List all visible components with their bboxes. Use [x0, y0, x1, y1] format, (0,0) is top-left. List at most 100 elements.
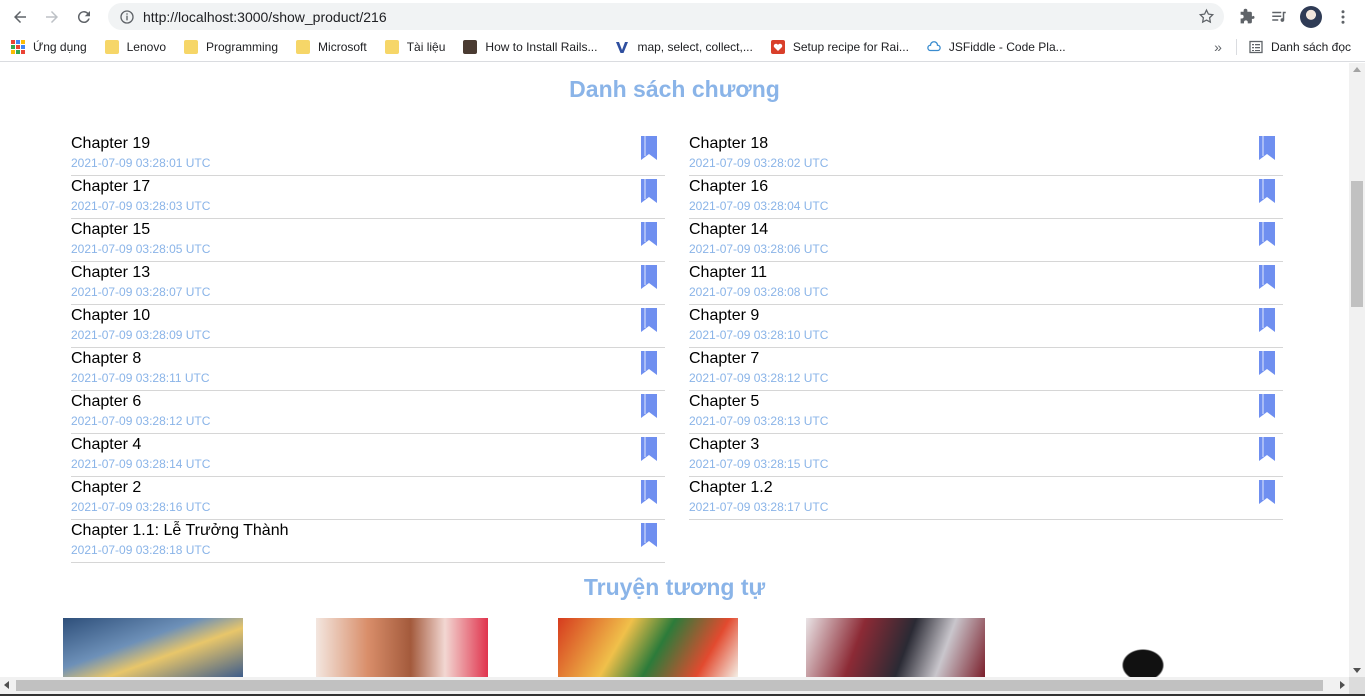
- chapter-name[interactable]: Chapter 19: [71, 135, 150, 153]
- chapter-name[interactable]: Chapter 3: [689, 436, 759, 454]
- chapter-name[interactable]: Chapter 5: [689, 393, 759, 411]
- bookmark-icon[interactable]: [641, 179, 657, 203]
- chapter-name[interactable]: Chapter 2: [71, 479, 141, 497]
- horizontal-scrollbar[interactable]: [0, 677, 1349, 694]
- scroll-right-icon[interactable]: [1340, 681, 1345, 689]
- chapter-item[interactable]: Chapter 8 2021-07-09 03:28:11 UTC: [71, 348, 665, 391]
- chapter-name[interactable]: Chapter 17: [71, 178, 150, 196]
- bookmark-icon[interactable]: [641, 265, 657, 289]
- bookmark-folder-programming[interactable]: Programming: [184, 40, 278, 54]
- bookmark-setup-recipe[interactable]: Setup recipe for Rai...: [770, 40, 909, 54]
- extensions-button[interactable]: [1231, 1, 1263, 33]
- bookmark-icon[interactable]: [641, 523, 657, 547]
- bookmarks-right: » Danh sách đọc: [1214, 33, 1351, 61]
- bookmark-folder-tai-lieu[interactable]: Tài liệu: [384, 40, 445, 54]
- related-comic-cover[interactable]: [63, 618, 243, 677]
- related-comic-cover[interactable]: [806, 618, 985, 677]
- menu-button[interactable]: [1327, 1, 1359, 33]
- horizontal-scroll-thumb[interactable]: [16, 680, 1323, 691]
- bookmark-icon[interactable]: [1259, 394, 1275, 418]
- bookmark-icon[interactable]: [1259, 179, 1275, 203]
- chapter-name[interactable]: Chapter 6: [71, 393, 141, 411]
- address-bar[interactable]: http://localhost:3000/show_product/216: [108, 3, 1224, 30]
- more-vert-icon: [1341, 9, 1345, 24]
- bookmark-icon[interactable]: [1259, 351, 1275, 375]
- bookmark-label: How to Install Rails...: [485, 40, 598, 54]
- chapter-item[interactable]: Chapter 14 2021-07-09 03:28:06 UTC: [689, 219, 1283, 262]
- chapter-name[interactable]: Chapter 9: [689, 307, 759, 325]
- bookmark-install-rails[interactable]: How to Install Rails...: [463, 40, 597, 54]
- back-button[interactable]: [4, 1, 36, 33]
- bookmark-icon[interactable]: [1259, 308, 1275, 332]
- chapter-item[interactable]: Chapter 5 2021-07-09 03:28:13 UTC: [689, 391, 1283, 434]
- chapter-item[interactable]: Chapter 13 2021-07-09 03:28:07 UTC: [71, 262, 665, 305]
- related-comic-cover[interactable]: [558, 618, 738, 677]
- bookmark-icon[interactable]: [1259, 136, 1275, 160]
- bookmark-folder-lenovo[interactable]: Lenovo: [104, 40, 166, 54]
- reload-button[interactable]: [68, 1, 100, 33]
- chapter-item[interactable]: Chapter 3 2021-07-09 03:28:15 UTC: [689, 434, 1283, 477]
- bookmark-icon[interactable]: [1259, 437, 1275, 461]
- chapter-item[interactable]: Chapter 10 2021-07-09 03:28:09 UTC: [71, 305, 665, 348]
- chapter-item[interactable]: Chapter 1.1: Lễ Trưởng Thành 2021-07-09 0…: [71, 520, 665, 563]
- chapter-date: 2021-07-09 03:28:04 UTC: [689, 199, 829, 213]
- more-bookmarks-button[interactable]: »: [1214, 39, 1222, 55]
- bookmark-icon[interactable]: [641, 394, 657, 418]
- toolbar-right: [1231, 0, 1365, 33]
- chapter-item[interactable]: Chapter 2 2021-07-09 03:28:16 UTC: [71, 477, 665, 520]
- scroll-up-icon[interactable]: [1353, 67, 1361, 72]
- related-comic-cover[interactable]: [316, 618, 488, 677]
- bookmark-icon[interactable]: [1259, 265, 1275, 289]
- chapter-item[interactable]: Chapter 4 2021-07-09 03:28:14 UTC: [71, 434, 665, 477]
- star-icon[interactable]: [1198, 8, 1215, 25]
- chapter-item[interactable]: Chapter 18 2021-07-09 03:28:02 UTC: [689, 133, 1283, 176]
- bookmark-icon[interactable]: [1259, 480, 1275, 504]
- chapter-item[interactable]: Chapter 17 2021-07-09 03:28:03 UTC: [71, 176, 665, 219]
- chapter-name[interactable]: Chapter 1.2: [689, 479, 773, 497]
- forward-button[interactable]: [36, 1, 68, 33]
- media-control-button[interactable]: [1263, 1, 1295, 33]
- chapter-item[interactable]: Chapter 19 2021-07-09 03:28:01 UTC: [71, 133, 665, 176]
- bookmark-icon[interactable]: [641, 480, 657, 504]
- chapter-date: 2021-07-09 03:28:12 UTC: [71, 414, 211, 428]
- chapter-name[interactable]: Chapter 8: [71, 350, 141, 368]
- chapter-name[interactable]: Chapter 4: [71, 436, 141, 454]
- bookmark-icon[interactable]: [641, 222, 657, 246]
- chapter-item[interactable]: Chapter 16 2021-07-09 03:28:04 UTC: [689, 176, 1283, 219]
- chapter-name[interactable]: Chapter 18: [689, 135, 768, 153]
- chapter-date: 2021-07-09 03:28:03 UTC: [71, 199, 211, 213]
- bookmark-folder-microsoft[interactable]: Microsoft: [296, 40, 367, 54]
- chapter-item[interactable]: Chapter 15 2021-07-09 03:28:05 UTC: [71, 219, 665, 262]
- chapter-date: 2021-07-09 03:28:14 UTC: [71, 457, 211, 471]
- related-comic-cover[interactable]: [1118, 646, 1168, 677]
- chapter-item[interactable]: Chapter 9 2021-07-09 03:28:10 UTC: [689, 305, 1283, 348]
- vertical-scrollbar[interactable]: [1349, 63, 1365, 677]
- bookmark-icon[interactable]: [641, 437, 657, 461]
- chapter-name[interactable]: Chapter 14: [689, 221, 768, 239]
- chapter-item[interactable]: Chapter 1.2 2021-07-09 03:28:17 UTC: [689, 477, 1283, 520]
- chapter-name[interactable]: Chapter 10: [71, 307, 150, 325]
- chapter-name[interactable]: Chapter 13: [71, 264, 150, 282]
- vertical-scroll-thumb[interactable]: [1351, 181, 1363, 307]
- bookmark-jsfiddle[interactable]: JSFiddle - Code Pla...: [927, 40, 1066, 54]
- info-icon[interactable]: [119, 9, 135, 25]
- chapter-item[interactable]: Chapter 7 2021-07-09 03:28:12 UTC: [689, 348, 1283, 391]
- bookmark-map-select[interactable]: map, select, collect,...: [615, 40, 753, 54]
- bookmark-icon[interactable]: [641, 136, 657, 160]
- chapter-name[interactable]: Chapter 1.1: Lễ Trưởng Thành: [71, 522, 288, 540]
- profile-button[interactable]: [1295, 1, 1327, 33]
- bookmarks-bar: Ứng dụng Lenovo Programming Microsoft Tà…: [0, 33, 1365, 62]
- scroll-down-icon[interactable]: [1353, 668, 1361, 673]
- bookmark-icon[interactable]: [1259, 222, 1275, 246]
- chapter-item[interactable]: Chapter 6 2021-07-09 03:28:12 UTC: [71, 391, 665, 434]
- chapter-item[interactable]: Chapter 11 2021-07-09 03:28:08 UTC: [689, 262, 1283, 305]
- bookmark-icon[interactable]: [641, 351, 657, 375]
- chapter-name[interactable]: Chapter 7: [689, 350, 759, 368]
- chapter-name[interactable]: Chapter 16: [689, 178, 768, 196]
- chapter-name[interactable]: Chapter 11: [689, 264, 767, 282]
- bookmark-icon[interactable]: [641, 308, 657, 332]
- bookmark-apps[interactable]: Ứng dụng: [11, 40, 87, 54]
- scroll-left-icon[interactable]: [4, 681, 9, 689]
- chapter-name[interactable]: Chapter 15: [71, 221, 150, 239]
- reading-list-button[interactable]: Danh sách đọc: [1249, 40, 1351, 54]
